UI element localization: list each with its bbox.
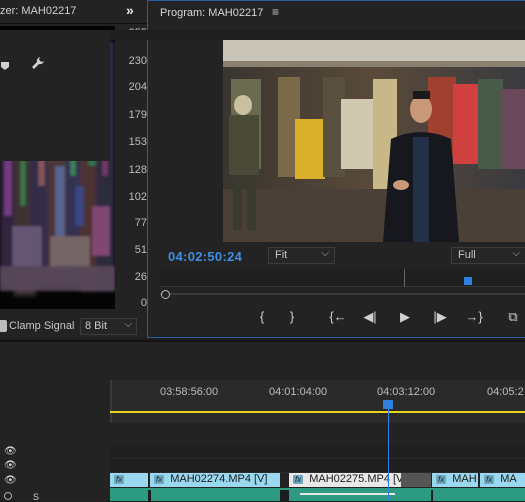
- chevron-down-icon: ⌵: [321, 248, 329, 259]
- video-clip[interactable]: fx MA: [480, 473, 525, 487]
- play-button[interactable]: ▶: [395, 309, 415, 325]
- audio-selection-line: [300, 493, 395, 495]
- chevron-down-icon: ⌵: [512, 248, 520, 259]
- zoom-scroll-handle[interactable]: [161, 290, 170, 299]
- fx-badge: fx: [114, 475, 125, 484]
- scope-tick-label: 26: [134, 271, 147, 283]
- clip-name: MAH: [452, 473, 477, 485]
- scope-tick-label: 102: [128, 191, 147, 203]
- mute-track-button[interactable]: [4, 492, 12, 500]
- timeline-playhead-line[interactable]: [388, 408, 389, 501]
- panel-menu-icon[interactable]: ≡: [272, 5, 279, 19]
- zoom-level-value: Fit: [275, 249, 288, 261]
- mark-out-button[interactable]: }: [282, 309, 302, 324]
- ruler-time-label: 04:01:04:00: [269, 386, 328, 398]
- clip-name: MA: [500, 473, 517, 485]
- step-forward-button[interactable]: |▶: [430, 309, 450, 325]
- timeline-ruler-strip: [110, 30, 525, 40]
- audio-clip-gap: [148, 490, 151, 501]
- scope-tick-label: 179: [128, 109, 147, 121]
- clip-name: MAH02274.MP4 [V]: [170, 473, 268, 485]
- eye-icon[interactable]: 👁: [4, 446, 17, 457]
- export-frame-button[interactable]: ⧉: [503, 309, 523, 325]
- video-clip[interactable]: fx MAH: [432, 473, 478, 487]
- ruler-marker: [404, 269, 405, 287]
- scope-panel-title[interactable]: zer: MAH02217: [0, 5, 76, 17]
- chevron-down-icon: ⌵: [124, 319, 132, 330]
- fx-badge: fx: [293, 475, 304, 484]
- video-clip[interactable]: fx MAH02274.MP4 [V]: [150, 473, 280, 487]
- ruler-time-label: 04:05:2: [487, 386, 524, 398]
- bit-depth-value: 8 Bit: [85, 320, 108, 332]
- scope-tick-label: 77: [134, 217, 147, 229]
- audio-clip-gap: [431, 490, 433, 501]
- scope-panel-header: zer: MAH02217 »: [0, 0, 147, 24]
- eye-icon[interactable]: 👁: [4, 475, 17, 486]
- video-track-lane[interactable]: [110, 459, 525, 473]
- monitor-playhead-icon[interactable]: [464, 277, 472, 285]
- mark-in-button[interactable]: {: [252, 309, 272, 324]
- program-monitor-panel: Program: MAH02217 ≡ 04:02:50:24 Fit ⌵ Fu…: [147, 0, 525, 338]
- wrench-icon[interactable]: [31, 56, 45, 75]
- scope-footer: Clamp Signal 8 Bit ⌵: [0, 316, 147, 338]
- ruler-time-label: 03:58:56:00: [160, 386, 219, 398]
- scope-tick-label: 230: [128, 55, 147, 67]
- zoom-scroll-bar[interactable]: [160, 293, 525, 295]
- scope-tick-label: 0: [140, 297, 147, 309]
- track-header-area: [0, 30, 110, 161]
- step-back-button[interactable]: ◀|: [360, 309, 380, 325]
- work-area-bar[interactable]: [110, 411, 525, 413]
- scope-tick-label: 51: [134, 244, 147, 256]
- scope-value-scale: 255 230 204 179 153 128 102 77 51 26 0: [115, 26, 147, 309]
- program-video-frame[interactable]: [223, 39, 525, 242]
- go-to-in-button[interactable]: {←: [328, 309, 348, 324]
- video-frame-image: [223, 39, 525, 242]
- playback-resolution-value: Full: [458, 249, 476, 261]
- video-clip[interactable]: [401, 473, 431, 487]
- video-clip-selected[interactable]: fx MAH02275.MP4 [V]: [289, 473, 401, 487]
- zoom-level-select[interactable]: Fit ⌵: [268, 247, 335, 264]
- playback-resolution-select[interactable]: Full ⌵: [451, 247, 525, 264]
- playhead-timecode[interactable]: 04:02:50:24: [168, 249, 242, 264]
- scope-tick-label: 128: [128, 164, 147, 176]
- audio-clip-gap: [280, 490, 289, 501]
- fx-badge: fx: [484, 475, 495, 484]
- clamp-signal-label: Clamp Signal: [9, 320, 75, 332]
- fx-badge: fx: [436, 475, 447, 484]
- panel-overflow-icon[interactable]: »: [126, 2, 134, 18]
- video-clip[interactable]: fx: [110, 473, 148, 487]
- fx-badge: fx: [154, 475, 165, 484]
- scope-tick-label: 204: [128, 81, 147, 93]
- ruler-time-label: 04:03:12:00: [377, 386, 436, 398]
- scope-tick-label: 153: [128, 136, 147, 148]
- snap-marker-icon[interactable]: [0, 58, 10, 76]
- bit-depth-select[interactable]: 8 Bit ⌵: [80, 318, 137, 335]
- program-monitor-title[interactable]: Program: MAH02217: [160, 7, 263, 19]
- eye-icon[interactable]: 👁: [4, 460, 17, 471]
- go-to-out-button[interactable]: →}: [464, 309, 484, 324]
- video-track-lane[interactable]: [110, 445, 525, 459]
- clamp-signal-checkbox[interactable]: [0, 320, 7, 332]
